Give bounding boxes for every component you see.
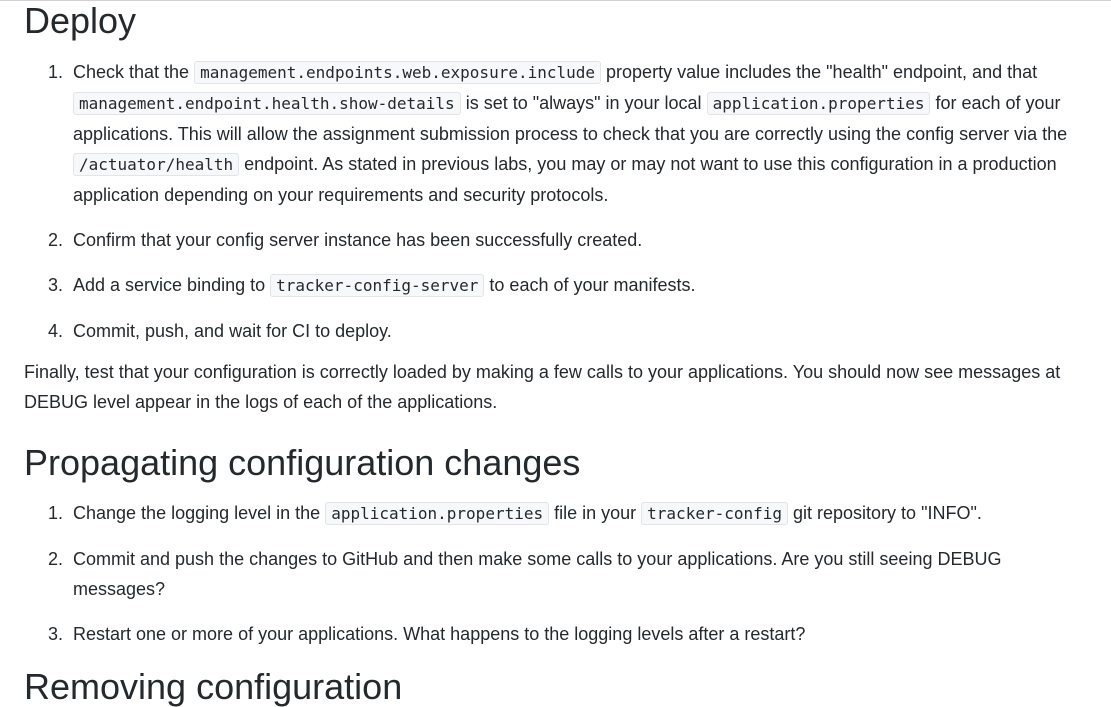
list-number: 3. [48, 624, 64, 644]
list-text: Add a service binding to [73, 275, 271, 295]
list-item: 3. Add a service binding to tracker-confi… [24, 270, 1089, 301]
list-text: Commit, push, and wait for CI to deploy. [73, 321, 392, 341]
list-number: 3. [48, 275, 64, 295]
inline-code: tracker-config-server [270, 274, 485, 297]
list-text: property value includes the "health" end… [601, 62, 1038, 82]
section-heading-next-partial: Removing configuration [24, 666, 403, 707]
inline-code: management.endpoints.web.exposure.includ… [194, 61, 602, 84]
list-text: Check that the [73, 62, 195, 82]
list-text: git repository to "INFO". [788, 503, 982, 523]
list-text: to each of your manifests. [484, 275, 696, 295]
inline-code: application.properties [706, 92, 931, 115]
deploy-steps-list: 1. Check that the management.endpoints.we… [24, 57, 1089, 346]
list-text: Restart one or more of your applications… [73, 624, 806, 644]
list-item: 1. Check that the management.endpoints.we… [24, 57, 1089, 210]
list-number: 2. [48, 230, 64, 250]
list-text: Commit and push the changes to GitHub an… [73, 549, 1002, 599]
inline-code: tracker-config [641, 502, 789, 525]
list-item: 3. Restart one or more of your applicatio… [24, 619, 1089, 649]
list-item: 2. Confirm that your config server instan… [24, 225, 1089, 255]
list-number: 4. [48, 321, 64, 341]
list-number: 2. [48, 549, 64, 569]
inline-code: management.endpoint.health.show-details [73, 92, 461, 115]
list-text: Change the logging level in the [73, 503, 326, 523]
list-item: 1. Change the logging level in the applic… [24, 498, 1089, 529]
inline-code: /actuator/health [73, 153, 240, 176]
list-item: 2. Commit and push the changes to GitHub … [24, 544, 1089, 604]
list-number: 1. [48, 62, 64, 82]
section-heading-propagating: Propagating configuration changes [24, 442, 581, 483]
inline-code: application.properties [325, 502, 550, 525]
section-heading-deploy: Deploy [24, 0, 137, 41]
list-text: is set to "always" in your local [460, 93, 707, 113]
list-text: file in your [549, 503, 642, 523]
list-number: 1. [48, 503, 64, 523]
deploy-summary-paragraph: Finally, test that your configuration is… [24, 362, 1061, 412]
propagating-steps-list: 1. Change the logging level in the applic… [24, 498, 1089, 649]
list-text: Confirm that your config server instance… [73, 230, 643, 250]
list-item: 4. Commit, push, and wait for CI to deplo… [24, 316, 1089, 346]
